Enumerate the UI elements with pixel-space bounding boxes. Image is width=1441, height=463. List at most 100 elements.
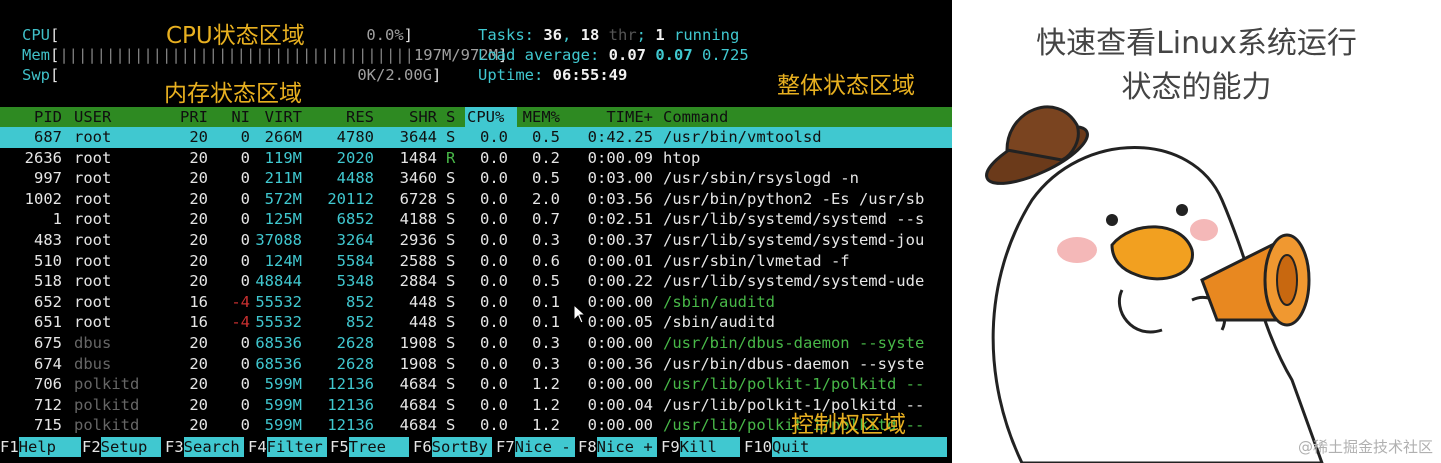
cell-res: 20112 bbox=[327, 189, 374, 208]
process-row[interactable]: 483 root 20 0 37088 3264 2936 S 0.0 0.3 0:00.37/us… bbox=[0, 230, 952, 251]
cell-pri: 20 bbox=[189, 128, 208, 146]
process-row[interactable]: 675 dbus 20 0 68536 2628 1908 S 0.0 0.3 0:00.00/us… bbox=[0, 333, 952, 354]
cell-virt: 599M bbox=[264, 395, 302, 414]
cell-ni: 0 bbox=[240, 416, 250, 435]
annotation-mem-area: 内存状态区域 bbox=[164, 81, 302, 107]
cell-time: 0:00.00 bbox=[587, 334, 653, 352]
cell-pid: 652 bbox=[34, 292, 62, 311]
cell-ni: -4 bbox=[231, 292, 250, 311]
process-row[interactable]: 674 dbus 20 0 68536 2628 1908 S 0.0 0.3 0:00.36/us… bbox=[0, 354, 952, 375]
process-row[interactable]: 1002 root 20 0 572M 20112 6728 S 0.0 2.0 0:03.56/u… bbox=[0, 189, 952, 210]
cell-ni: 0 bbox=[240, 128, 250, 146]
cell-mem: 1.2 bbox=[532, 416, 560, 435]
process-row[interactable]: 1 root 20 0 125M 6852 4188 S 0.0 0.7 0:02.51/usr/l… bbox=[0, 209, 952, 230]
cell-cmd: /usr/lib/systemd/systemd-ude bbox=[663, 272, 925, 291]
cell-time: 0:00.37 bbox=[587, 231, 653, 249]
uptime: Uptime: 06:55:49 bbox=[478, 66, 628, 84]
process-row[interactable]: 997 root 20 0 211M 4488 3460 S 0.0 0.5 0:03.00/usr… bbox=[0, 168, 952, 189]
fkey-nice-button[interactable]: F8Nice + bbox=[578, 437, 657, 457]
fkey-quit-button[interactable]: F10Quit bbox=[744, 437, 947, 457]
cell-res: 2020 bbox=[336, 148, 374, 167]
column-header-ni[interactable]: NI bbox=[231, 107, 250, 127]
cell-time: 0:02.51 bbox=[587, 210, 653, 229]
fkey-search-button[interactable]: F3Search bbox=[165, 437, 244, 457]
column-header-time[interactable]: TIME+ bbox=[606, 107, 653, 127]
column-header-cmd[interactable]: Command bbox=[663, 107, 728, 127]
fkey-label: F8 bbox=[578, 438, 597, 456]
cell-pid: 712 bbox=[34, 395, 62, 414]
cell-cmd: /usr/bin/vmtoolsd bbox=[663, 128, 822, 146]
cell-virt: 572M bbox=[264, 189, 302, 208]
column-header-res[interactable]: RES bbox=[346, 107, 374, 127]
cell-res: 6852 bbox=[336, 210, 374, 229]
column-header-shr[interactable]: SHR bbox=[409, 107, 437, 127]
column-header-virt[interactable]: VIRT bbox=[265, 107, 302, 127]
process-row[interactable]: 510 root 20 0 124M 5584 2588 S 0.0 0.6 0:00.01/usr… bbox=[0, 251, 952, 272]
cell-res: 12136 bbox=[327, 416, 374, 435]
fkey-action: Tree bbox=[348, 437, 409, 457]
cell-virt: 119M bbox=[264, 148, 302, 167]
cell-cmd: htop bbox=[663, 148, 701, 167]
column-header-mem[interactable]: MEM% bbox=[523, 107, 560, 127]
cell-cmd: /usr/sbin/lvmetad -f bbox=[663, 251, 850, 270]
fkey-filter-button[interactable]: F4Filter bbox=[248, 437, 327, 457]
cell-user: dbus bbox=[74, 334, 112, 352]
column-header-user[interactable]: USER bbox=[74, 107, 111, 127]
fkey-tree-button[interactable]: F5Tree bbox=[330, 437, 409, 457]
cell-cpu: 0.0 bbox=[480, 128, 508, 146]
cell-s: S bbox=[446, 272, 456, 291]
cell-pri: 20 bbox=[189, 416, 208, 435]
cell-shr: 6728 bbox=[399, 189, 437, 208]
column-header-pri[interactable]: PRI bbox=[180, 107, 208, 127]
swap-meter-value: 0K/2.00G bbox=[357, 66, 432, 84]
cell-time: 0:00.05 bbox=[587, 313, 653, 332]
cell-virt: 211M bbox=[264, 169, 302, 188]
process-row[interactable]: 652 root 16 -4 55532 852 448 S 0.0 0.1 0:00.00/sbi… bbox=[0, 292, 952, 313]
cell-cpu: 0.0 bbox=[480, 231, 508, 249]
cell-s: S bbox=[446, 313, 456, 332]
cell-mem: 0.5 bbox=[532, 169, 560, 188]
process-row[interactable]: 2636 root 20 0 119M 2020 1484 R 0.0 0.2 0:00.09 hto… bbox=[0, 148, 952, 169]
cell-user: root bbox=[74, 313, 112, 332]
cell-cpu: 0.0 bbox=[480, 334, 508, 352]
htop-terminal: CPU[0.0%] Mem[||||||||||||||||||||||||||… bbox=[0, 0, 952, 463]
cell-virt: 48844 bbox=[255, 272, 302, 291]
cell-pri: 20 bbox=[189, 395, 208, 414]
column-header-s[interactable]: S bbox=[446, 107, 455, 127]
process-table-header: PID USER PRI NI VIRT RES SHR S CPU% MEM% TIME+ Comm… bbox=[0, 107, 952, 127]
process-row[interactable]: 706 polkitd 20 0 599M 12136 4684 S 0.0 1.2 0:00.00… bbox=[0, 374, 952, 395]
cell-pri: 16 bbox=[189, 292, 208, 311]
fkey-action: SortBy bbox=[431, 437, 492, 457]
fkey-help-button[interactable]: F1Help bbox=[0, 437, 81, 457]
process-row[interactable]: 518 root 20 0 48844 5348 2884 S 0.0 0.5 0:00.22/us… bbox=[0, 271, 952, 292]
cell-time: 0:00.01 bbox=[587, 251, 653, 270]
column-header-pid[interactable]: PID bbox=[34, 107, 62, 127]
cell-res: 3264 bbox=[336, 231, 374, 249]
process-row[interactable]: 651 root 16 -4 55532 852 448 S 0.0 0.1 0:00.05/sbi… bbox=[0, 312, 952, 333]
cell-pri: 20 bbox=[189, 334, 208, 352]
fkey-kill-button[interactable]: F9Kill bbox=[661, 437, 740, 457]
cell-cmd: /usr/lib/systemd/systemd --s bbox=[663, 210, 925, 229]
fkey-setup-button[interactable]: F2Setup bbox=[82, 437, 161, 457]
cell-pri: 20 bbox=[189, 375, 208, 394]
process-row-selected[interactable]: 687 root 20 0 266M 4780 3644 S 0.0 0.5 0:42.25/usr… bbox=[0, 127, 952, 148]
cell-cmd: /sbin/auditd bbox=[663, 313, 775, 332]
cell-user: root bbox=[74, 292, 112, 311]
fkey-action: Nice + bbox=[596, 437, 657, 457]
cell-pri: 20 bbox=[189, 169, 208, 188]
cell-shr: 4188 bbox=[399, 210, 437, 229]
cell-shr: 2588 bbox=[399, 251, 437, 270]
cell-cpu: 0.0 bbox=[480, 395, 508, 414]
cell-pid: 1002 bbox=[24, 189, 62, 208]
cell-pid: 715 bbox=[34, 416, 62, 435]
annotation-overall-area: 整体状态区域 bbox=[777, 73, 915, 99]
cell-user: root bbox=[74, 272, 112, 291]
cell-s: R bbox=[446, 148, 456, 167]
column-header-cpu[interactable]: CPU% bbox=[465, 107, 517, 127]
cell-res: 2628 bbox=[336, 354, 374, 373]
fkey-nice-button[interactable]: F7Nice - bbox=[496, 437, 575, 457]
cell-pri: 20 bbox=[189, 231, 208, 249]
fkey-sortby-button[interactable]: F6SortBy bbox=[413, 437, 492, 457]
cell-ni: 0 bbox=[240, 375, 250, 394]
cell-pid: 1 bbox=[52, 210, 62, 229]
